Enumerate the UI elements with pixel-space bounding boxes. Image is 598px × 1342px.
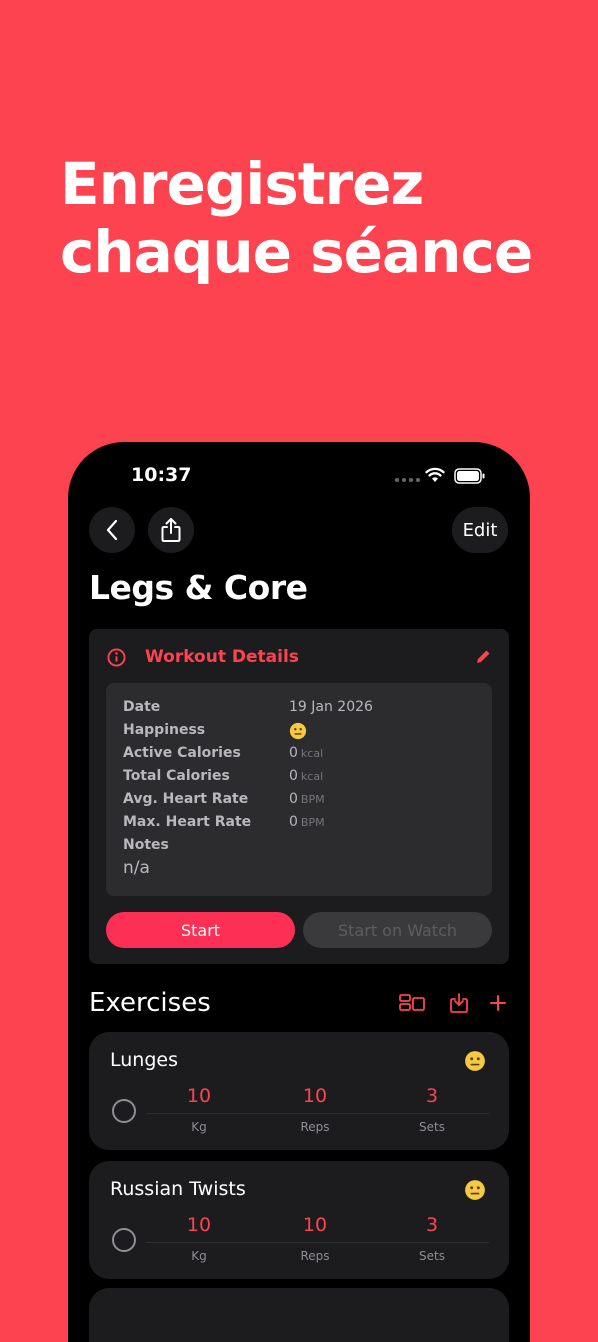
sets-unit: Sets [419,1249,445,1263]
exercise-name: Russian Twists [110,1178,246,1200]
detail-label: Date [123,699,161,715]
reps-unit: Reps [300,1249,330,1263]
detail-label: Notes [123,837,169,853]
workout-details-card: Workout Details Date 19 Jan 2026 Happine… [89,629,509,964]
detail-row-total-calories: Total Calories 0 kcal [123,768,483,788]
detail-row-notes: Notes [123,837,483,857]
edit-button[interactable]: Edit [452,507,508,553]
battery-icon [454,468,485,484]
neutral-face-icon [465,1180,485,1200]
detail-value [289,722,307,740]
sets-value[interactable]: 3 [402,1214,462,1236]
headline-line-1: Enregistrez [60,150,424,218]
detail-value: 0 BPM [289,814,325,830]
complete-checkbox[interactable] [112,1099,136,1123]
neutral-face-icon [465,1051,485,1071]
wifi-icon [425,467,445,482]
detail-label: Active Calories [123,745,241,761]
detail-row-active-calories: Active Calories 0 kcal [123,745,483,765]
detail-label: Happiness [123,722,206,738]
detail-value: 0 kcal [289,745,324,761]
start-on-watch-button[interactable]: Start on Watch [303,912,492,948]
reps-value[interactable]: 10 [285,1214,345,1236]
exercise-card-lunges[interactable]: Lunges 10 10 3 Kg Reps Sets [89,1032,509,1150]
weight-value[interactable]: 10 [169,1085,229,1107]
weight-value[interactable]: 10 [169,1214,229,1236]
reps-unit: Reps [300,1120,330,1134]
exercises-heading: Exercises [89,988,211,1018]
promo-headline: Enregistrez chaque séance [60,150,533,286]
pencil-icon[interactable] [474,648,492,666]
cellular-signal-icon [395,478,420,482]
share-button[interactable] [148,507,194,553]
phone-screen: 10:37 Edit Legs & Core Workout Details D… [68,442,530,1342]
detail-row-max-heart-rate: Max. Heart Rate 0 BPM [123,814,483,834]
status-time: 10:37 [131,464,192,486]
import-icon[interactable] [449,992,469,1014]
workout-details-title: Workout Details [145,647,299,667]
detail-label: Total Calories [123,768,230,784]
divider [146,1113,489,1114]
chevron-left-icon [106,519,118,541]
page-title: Legs & Core [89,568,308,607]
headline-line-2: chaque séance [60,218,533,286]
divider [146,1242,489,1243]
weight-unit: Kg [191,1120,207,1134]
back-button[interactable] [89,507,135,553]
workout-details-list: Date 19 Jan 2026 Happiness Active Calori… [106,683,492,896]
add-icon[interactable] [489,994,507,1012]
detail-row-date: Date 19 Jan 2026 [123,699,483,719]
complete-checkbox[interactable] [112,1228,136,1252]
detail-value: 0 BPM [289,791,325,807]
detail-value: 0 kcal [289,768,324,784]
exercise-card-russian-twists[interactable]: Russian Twists 10 10 3 Kg Reps Sets [89,1161,509,1279]
workout-details-header: Workout Details [107,647,299,667]
exercise-name: Lunges [110,1049,178,1071]
layout-toggle-icon[interactable] [399,993,425,1013]
detail-row-avg-heart-rate: Avg. Heart Rate 0 BPM [123,791,483,811]
reps-value[interactable]: 10 [285,1085,345,1107]
start-button[interactable]: Start [106,912,295,948]
detail-label: Max. Heart Rate [123,814,252,830]
neutral-face-icon [289,722,307,740]
info-icon [107,647,126,667]
sets-value[interactable]: 3 [402,1085,462,1107]
detail-label: Avg. Heart Rate [123,791,249,807]
detail-row-happiness: Happiness [123,722,483,742]
weight-unit: Kg [191,1249,207,1263]
detail-value: 19 Jan 2026 [289,699,373,715]
exercise-card-next[interactable] [89,1288,509,1342]
notes-value: n/a [123,858,150,878]
share-icon [161,518,181,542]
sets-unit: Sets [419,1120,445,1134]
